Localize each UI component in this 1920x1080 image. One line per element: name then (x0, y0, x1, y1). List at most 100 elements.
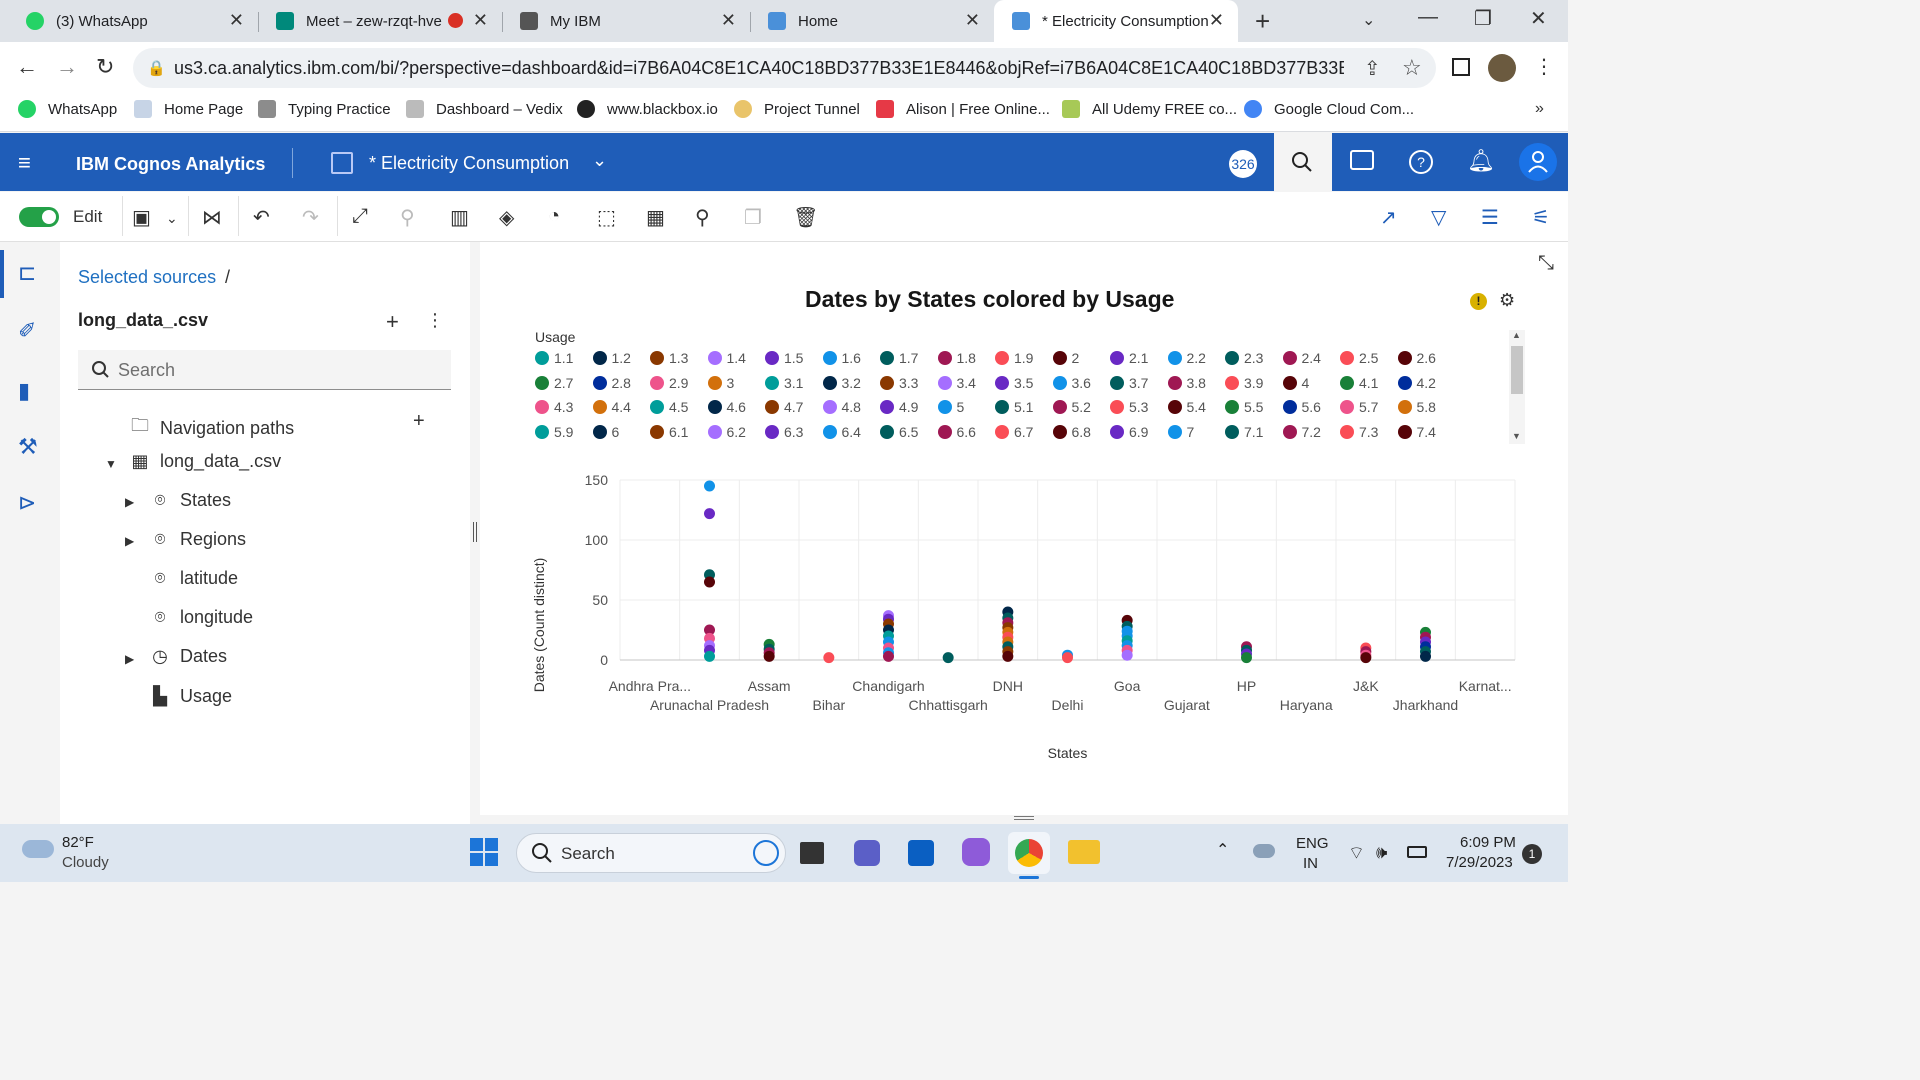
properties-icon[interactable]: ⚟ (1532, 205, 1550, 230)
legend-item[interactable]: 6.8 (1052, 424, 1091, 440)
legend-item[interactable]: 6.5 (880, 424, 918, 440)
weather-temp[interactable]: 82°F (62, 834, 94, 851)
legend-item[interactable]: 6.6 (937, 424, 976, 440)
settings-icon[interactable]: ⚙ (1499, 290, 1515, 311)
bookmark-star-icon[interactable]: ☆ (1402, 55, 1422, 81)
close-window-icon[interactable]: ✕ (1530, 6, 1547, 31)
notification-badge[interactable]: 1 (1522, 844, 1542, 864)
legend-item[interactable]: 3.2 (822, 375, 861, 391)
navigator-icon[interactable]: ⊳ (18, 490, 36, 516)
legend-item[interactable]: 1.8 (937, 350, 976, 366)
legend-item[interactable]: 3.7 (1110, 375, 1148, 391)
filter-icon[interactable]: ▽ (1431, 205, 1446, 230)
pin-icon[interactable]: ⚲ (695, 205, 710, 230)
dashboard-title[interactable]: * Electricity Consumption (369, 153, 569, 174)
bell-icon[interactable]: 🔔︎ (1467, 148, 1495, 174)
onedrive-icon[interactable] (1253, 844, 1275, 858)
resize-handle[interactable] (1014, 816, 1034, 820)
field-latitude[interactable]: ⌾ latitude (150, 568, 238, 589)
undo-icon[interactable]: ↶ (253, 205, 270, 230)
bookmark-whatsapp[interactable]: WhatsApp (18, 100, 117, 118)
overflow-menu-icon[interactable]: ⋮ (426, 310, 444, 331)
legend-item[interactable]: 6.7 (995, 424, 1033, 440)
bookmark-dashboard-vedix[interactable]: Dashboard – Vedix (406, 100, 563, 118)
legend-item[interactable]: 7.1 (1225, 424, 1263, 440)
chevron-down-icon[interactable]: ⌄ (166, 210, 178, 227)
legend-item[interactable]: 3.8 (1167, 375, 1206, 391)
sidebar-toggle-icon[interactable] (1452, 58, 1470, 76)
caret-down-icon[interactable]: ▼ (105, 457, 117, 471)
visualization-icon[interactable]: ▥ (450, 205, 469, 230)
chevron-down-icon[interactable]: ⌄ (592, 150, 607, 171)
redo-icon[interactable]: ↷ (302, 205, 319, 230)
bookmark-google-cloud[interactable]: Google Cloud Com... (1244, 100, 1414, 118)
legend-item[interactable]: 6.4 (822, 424, 861, 440)
navigation-paths[interactable]: 🗀 Navigation paths (130, 413, 294, 443)
legend-item[interactable]: 5.1 (995, 399, 1033, 415)
layout-icon[interactable]: ☰ (1481, 205, 1499, 230)
delete-icon[interactable]: 🗑︎ (793, 205, 818, 230)
close-icon[interactable]: ✕ (1209, 10, 1224, 31)
field-longitude[interactable]: ⌾ longitude (150, 607, 253, 628)
weather-text[interactable]: Cloudy (62, 854, 109, 871)
copilot-icon[interactable] (962, 838, 990, 866)
data-sources-icon[interactable]: ⊏ (18, 260, 36, 286)
user-avatar[interactable] (1519, 143, 1557, 181)
tab-home[interactable]: Home ✕ (750, 0, 994, 42)
field-regions[interactable]: ⌾ Regions (150, 529, 246, 550)
legend-item[interactable]: 3.9 (1225, 375, 1263, 391)
legend-item[interactable]: 6.9 (1110, 424, 1148, 440)
table-node[interactable]: ▦ long_data_.csv (130, 451, 281, 472)
legend-item[interactable]: 2.5 (1340, 350, 1378, 366)
animation-icon[interactable]: ◔ (548, 205, 560, 228)
taskbar-search[interactable]: Search (516, 833, 786, 873)
legend-item[interactable]: 5.8 (1397, 399, 1436, 415)
legend-item[interactable]: 2.3 (1225, 350, 1263, 366)
legend-item[interactable]: 2.1 (1110, 350, 1148, 366)
bookmark-project-tunnel[interactable]: Project Tunnel (734, 100, 860, 118)
wifi-icon[interactable]: ⌔ (1348, 842, 1365, 865)
pin-icon[interactable]: ✐ (18, 318, 36, 344)
legend-item[interactable]: 3.3 (880, 375, 918, 391)
legend-item[interactable]: 7 (1167, 424, 1194, 440)
legend-item[interactable]: 1.1 (535, 350, 573, 366)
field-usage[interactable]: ▙ Usage (150, 686, 232, 707)
chevron-up-icon[interactable]: ⌃ (1216, 840, 1229, 860)
comment-icon[interactable] (1350, 150, 1374, 170)
insights-icon[interactable]: ↗ (1380, 205, 1397, 230)
collapse-icon[interactable]: ⤡ (1538, 252, 1554, 275)
legend-item[interactable]: 5.7 (1340, 399, 1378, 415)
search-input[interactable]: Search (78, 350, 451, 390)
legend-item[interactable]: 2.7 (535, 375, 573, 391)
battery-icon[interactable] (1407, 846, 1427, 858)
caret-right-icon[interactable]: ▶ (125, 495, 134, 509)
legend-item[interactable]: 5.5 (1225, 399, 1263, 415)
more-bookmarks-icon[interactable]: » (1535, 100, 1544, 118)
close-icon[interactable]: ✕ (721, 10, 736, 31)
help-icon[interactable]: ? (1409, 150, 1433, 174)
legend-item[interactable]: 3.6 (1052, 375, 1091, 391)
language-label[interactable]: ENG (1296, 835, 1329, 852)
tab-meet[interactable]: Meet – zew-rzqt-hve ✕ (258, 0, 502, 42)
bookmark-home-page[interactable]: Home Page (134, 100, 243, 118)
legend-item[interactable]: 6 (592, 424, 619, 440)
bookmark-udemy[interactable]: All Udemy FREE co... (1062, 100, 1237, 118)
legend-item[interactable]: 4.2 (1397, 375, 1436, 391)
expand-icon[interactable]: ⤢ (352, 205, 368, 228)
store-icon[interactable] (908, 840, 934, 866)
chrome-taskbar-button[interactable] (1008, 832, 1050, 874)
back-icon[interactable]: ← (16, 54, 38, 80)
bookmark-blackbox[interactable]: www.blackbox.io (577, 100, 718, 118)
add-icon[interactable]: + (413, 410, 425, 433)
legend-item[interactable]: 1.2 (592, 350, 631, 366)
clock-time[interactable]: 6:09 PM (1460, 834, 1516, 851)
legend-item[interactable]: 7.2 (1282, 424, 1321, 440)
legend-item[interactable]: 5.3 (1110, 399, 1148, 415)
widgets-icon[interactable]: ◈ (499, 205, 514, 230)
volume-icon[interactable]: 🕪︎ (1376, 842, 1387, 863)
select-icon[interactable]: ⬚ (597, 205, 616, 230)
bookmark-alison[interactable]: Alison | Free Online... (876, 100, 1050, 118)
field-dates[interactable]: ◷ Dates (150, 646, 227, 667)
warning-icon[interactable]: ! (1470, 293, 1487, 310)
legend-item[interactable]: 1.7 (880, 350, 918, 366)
